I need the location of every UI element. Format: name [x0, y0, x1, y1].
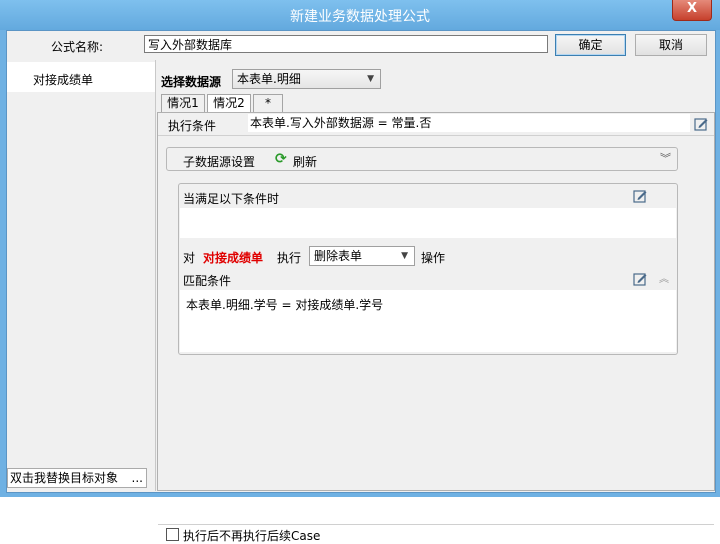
close-button[interactable]: X [672, 0, 712, 21]
exec-condition-label: 执行条件 [168, 119, 217, 133]
tab-case-1[interactable]: 情况1 [161, 94, 205, 112]
subsource-title: 子数据源设置 [183, 155, 256, 169]
edit-icon[interactable] [633, 272, 647, 286]
action-row: 对 对接成绩单 执行 删除表单 ▼ 操作 [183, 246, 673, 266]
sidebar-item-label: 对接成绩单 [33, 73, 94, 87]
refresh-icon[interactable]: ⟳ [275, 151, 287, 167]
footer-bar: 执行后不再执行后续Case [158, 524, 714, 543]
edit-icon[interactable] [694, 117, 708, 131]
data-source-label: 选择数据源 [161, 75, 222, 89]
action-select[interactable]: 删除表单 ▼ [309, 246, 415, 266]
exec-condition-value[interactable]: 本表单.写入外部数据源 = 常量.否 [248, 114, 690, 132]
match-condition-text: 本表单.明细.学号 = 对接成绩单.学号 [186, 298, 384, 312]
operation-label: 操作 [421, 251, 446, 265]
formula-name-input[interactable]: 写入外部数据库 [144, 35, 548, 53]
window-title: 新建业务数据处理公式 [290, 9, 430, 25]
data-source-select[interactable]: 本表单.明细 ▼ [232, 69, 381, 89]
collapse-chevron-icon[interactable]: ︽ [659, 270, 669, 285]
title-bar: 新建业务数据处理公式 X [0, 0, 720, 30]
stop-after-label: 执行后不再执行后续Case [183, 529, 321, 543]
when-condition-area[interactable] [180, 208, 676, 238]
formula-name-label: 公式名称: [51, 40, 104, 54]
tab-case-2[interactable]: 情况2 [207, 94, 251, 113]
tab-add[interactable]: * [253, 94, 283, 112]
expand-chevron-icon[interactable]: ︾ [660, 150, 671, 166]
match-condition-area[interactable]: 本表单.明细.学号 = 对接成绩单.学号 [180, 290, 676, 352]
edit-icon[interactable] [633, 189, 647, 203]
client-area: 公式名称: 写入外部数据库 确定 取消 对接成绩单 双击我替换目标对象 ... … [6, 30, 716, 543]
action-prefix: 对 [183, 251, 196, 265]
main-panel: 选择数据源 本表单.明细 ▼ 情况1 情况2 * 执行条件 本表单.写入外部数据… [157, 60, 715, 543]
action-target: 对接成绩单 [203, 251, 264, 265]
replace-target-field[interactable]: 双击我替换目标对象 ... [7, 468, 147, 488]
sidebar-item-target[interactable]: 对接成绩单 [7, 62, 155, 92]
ok-button[interactable]: 确定 [555, 34, 626, 56]
action-select-value: 删除表单 [314, 249, 363, 263]
browse-button[interactable]: ... [132, 469, 143, 487]
dialog-window: 新建业务数据处理公式 X 公式名称: 写入外部数据库 确定 取消 对接成绩单 双… [0, 0, 720, 543]
case-panel: 执行条件 本表单.写入外部数据源 = 常量.否 子数据源设置 ⟳ 刷新 ︾ 当满… [157, 112, 715, 543]
rule-card: 当满足以下条件时 对 对接成绩单 执行 删除表单 ▼ 操作 匹配条件 ︽ 本表单… [178, 183, 678, 355]
formula-name-bar: 公式名称: 写入外部数据库 确定 取消 [7, 31, 715, 59]
chevron-down-icon: ▼ [401, 251, 408, 261]
chevron-down-icon: ▼ [367, 74, 374, 84]
subsource-header[interactable]: 子数据源设置 ⟳ 刷新 ︾ [166, 147, 678, 171]
when-label: 当满足以下条件时 [183, 192, 280, 206]
exec-condition-row: 执行条件 本表单.写入外部数据源 = 常量.否 [158, 113, 714, 136]
replace-target-text: 双击我替换目标对象 [10, 471, 119, 485]
data-source-value: 本表单.明细 [237, 72, 301, 86]
sidebar: 对接成绩单 双击我替换目标对象 ... [7, 60, 156, 491]
refresh-button[interactable]: 刷新 [293, 153, 317, 170]
exec-label: 执行 [277, 251, 302, 265]
cancel-button[interactable]: 取消 [635, 34, 707, 56]
match-label: 匹配条件 [183, 274, 232, 288]
stop-after-checkbox[interactable] [166, 528, 179, 541]
